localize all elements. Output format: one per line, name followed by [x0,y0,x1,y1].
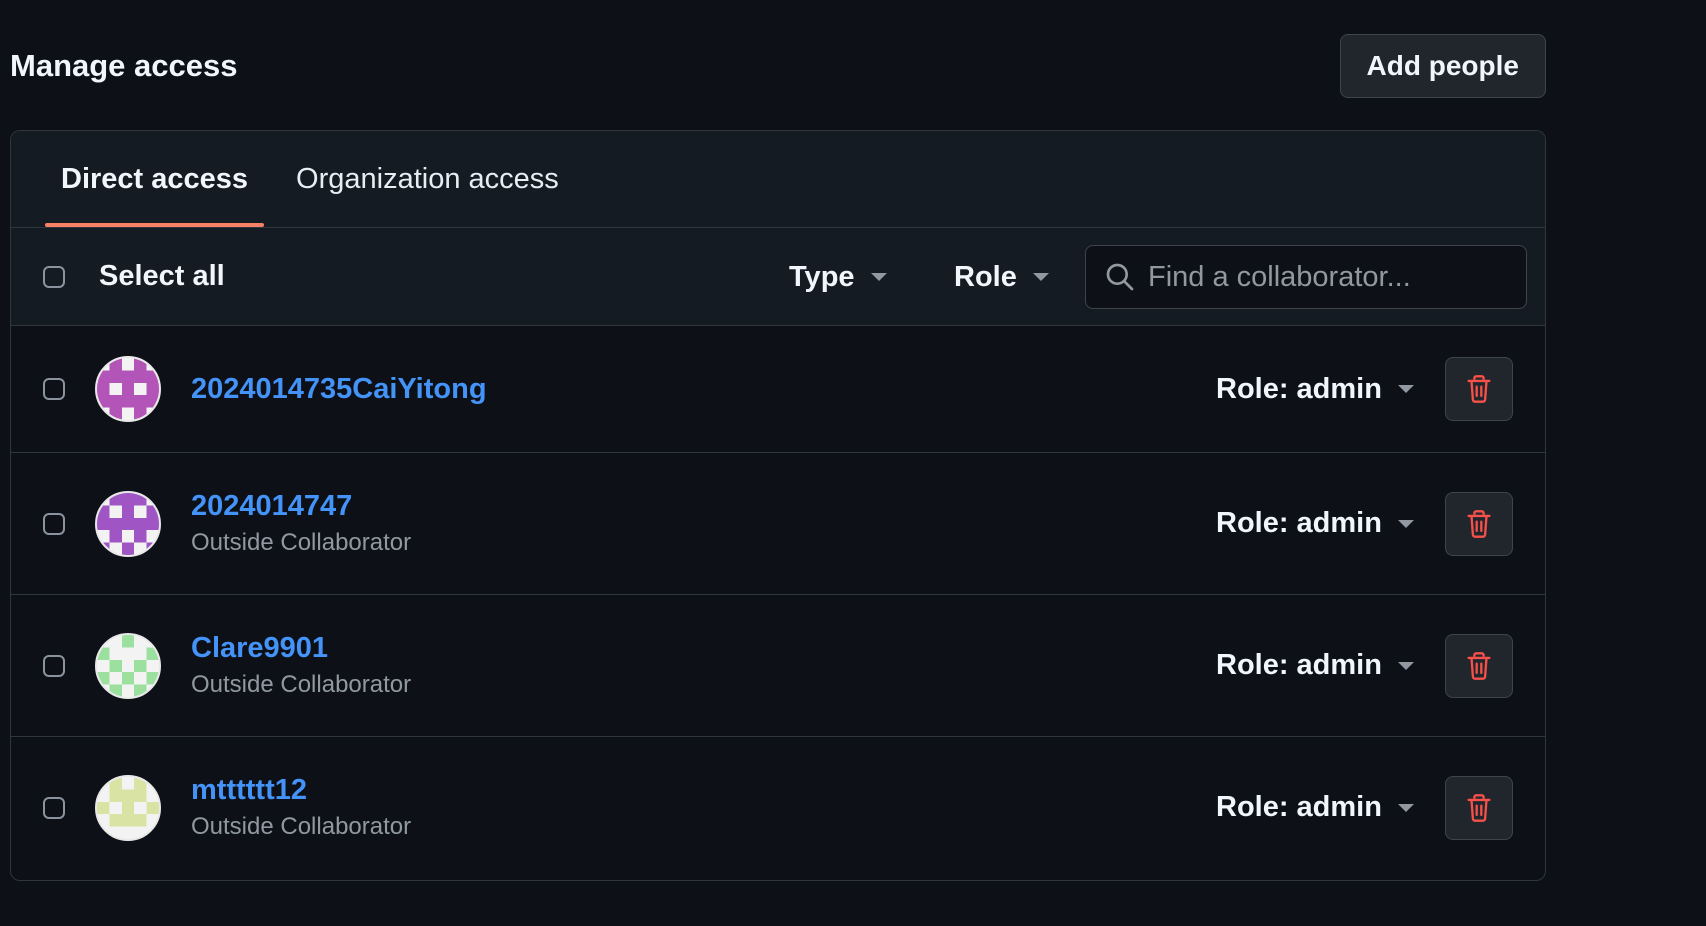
row-checkbox[interactable] [43,512,65,535]
remove-collaborator-button[interactable] [1445,633,1513,698]
role-label: Role: admin [1216,649,1382,681]
avatar [95,356,161,422]
remove-collaborator-button[interactable] [1445,357,1513,421]
manage-access-page: Manage access Add people Direct access O… [0,0,1706,926]
caret-down-icon [1032,273,1049,281]
role-label: Role: admin [1216,507,1382,539]
collaborator-type: Outside Collaborator [191,671,412,698]
trash-icon [1467,375,1491,403]
role-dropdown[interactable]: Role: admin [1216,326,1414,452]
caret-down-icon [1397,661,1414,670]
avatar [95,490,161,557]
username-link[interactable]: Clare9901 [191,632,411,665]
role-dropdown[interactable]: Role: admin [1216,453,1414,594]
avatar [95,632,161,699]
row-checkbox[interactable] [43,654,65,677]
role-filter-label: Role [954,260,1017,293]
collaborator-row: 2024014747 Outside Collaborator Role: ad… [11,453,1545,595]
collaborator-row: Clare9901 Outside Collaborator Role: adm… [11,595,1545,737]
collaborator-row: mtttttt12 Outside Collaborator Role: adm… [11,737,1545,878]
caret-down-icon [870,273,887,281]
user-info: 2024014735CaiYitong [191,373,487,406]
remove-collaborator-button[interactable] [1445,491,1513,556]
access-tabs: Direct access Organization access [11,131,1545,228]
user-info: 2024014747 Outside Collaborator [191,490,411,557]
remove-collaborator-button[interactable] [1445,775,1513,840]
trash-icon [1467,509,1491,538]
trash-icon [1467,793,1491,822]
row-checkbox[interactable] [43,796,65,819]
collaborator-type: Outside Collaborator [191,529,412,556]
add-people-button[interactable]: Add people [1339,34,1546,98]
username-link[interactable]: mtttttt12 [191,774,411,807]
collaborator-type: Outside Collaborator [191,813,412,840]
row-checkbox[interactable] [43,378,65,400]
caret-down-icon [1397,519,1414,528]
avatar [95,774,161,841]
username-link[interactable]: 2024014735CaiYitong [191,373,487,406]
role-filter-dropdown[interactable]: Role [954,228,1049,326]
role-dropdown[interactable]: Role: admin [1216,737,1414,878]
username-link[interactable]: 2024014747 [191,490,411,523]
collaborators-toolbar: Select all Type Role [11,228,1545,326]
type-filter-dropdown[interactable]: Type [789,228,887,326]
search-icon [1106,263,1134,291]
select-all-checkbox[interactable] [43,265,65,288]
search-input[interactable] [1148,246,1526,308]
role-dropdown[interactable]: Role: admin [1216,595,1414,736]
collaborator-search [1085,245,1527,309]
tab-direct-access[interactable]: Direct access [45,131,265,227]
caret-down-icon [1397,803,1414,812]
tab-organization-access[interactable]: Organization access [280,131,575,227]
trash-icon [1467,651,1491,680]
page-header: Manage access Add people [10,34,1546,98]
role-label: Role: admin [1216,372,1382,405]
collaborators-panel: Direct access Organization access Select… [10,130,1546,881]
role-label: Role: admin [1216,791,1382,823]
select-all-label: Select all [99,260,225,292]
collaborator-row: 2024014735CaiYitong Role: admin [11,326,1545,453]
user-info: mtttttt12 Outside Collaborator [191,774,411,841]
caret-down-icon [1397,385,1414,393]
page-title: Manage access [10,48,238,83]
type-filter-label: Type [789,260,855,293]
user-info: Clare9901 Outside Collaborator [191,632,411,699]
